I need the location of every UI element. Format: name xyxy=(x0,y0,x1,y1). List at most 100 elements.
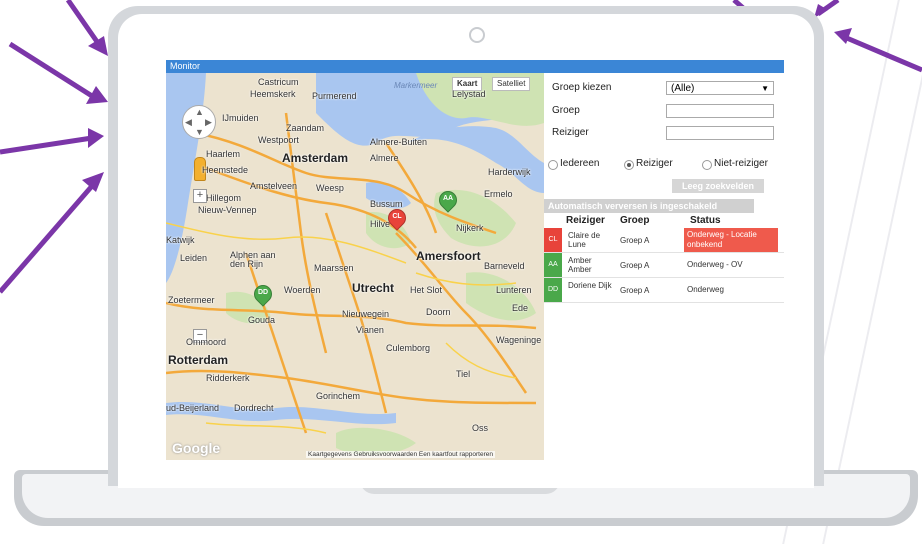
map-label: Ridderkerk xyxy=(206,373,250,383)
map-label: Lelystad xyxy=(452,89,486,99)
traveler-badge: AA xyxy=(544,253,562,277)
auto-refresh-toggle[interactable]: Automatisch verversen is ingeschakeld xyxy=(544,199,754,213)
map-label: Almere-Buiten xyxy=(370,137,428,147)
radio-traveler[interactable] xyxy=(624,160,634,170)
map-footer[interactable]: Kaartgegevens Gebruiksvoorwaarden Een ka… xyxy=(306,451,495,458)
pan-control[interactable]: ▲ ◀ ▶ ▼ xyxy=(182,105,216,139)
map-type-satellite-button[interactable]: Satelliet xyxy=(492,77,531,91)
map-label: Vianen xyxy=(356,325,384,335)
traveler-name: Claire de Lune xyxy=(568,231,601,249)
map-label: Maarssen xyxy=(314,263,354,273)
map-label: Haarlem xyxy=(206,149,241,159)
traveler-group: Groep A xyxy=(620,236,650,245)
status-badge: Onderweg xyxy=(687,285,724,294)
chevron-up-icon[interactable]: ▲ xyxy=(195,107,204,117)
zoom-in-button[interactable]: + xyxy=(193,189,207,203)
map-label: Amersfoort xyxy=(416,249,481,263)
traveler-badge: DD xyxy=(544,278,562,302)
map-label: Utrecht xyxy=(352,281,395,295)
status-badge: Onderweg - Locatie onbekend xyxy=(684,228,778,252)
clear-search-button[interactable]: Leeg zoekvelden xyxy=(672,179,764,193)
map-label: Katwijk xyxy=(166,235,195,245)
chevron-right-icon[interactable]: ▶ xyxy=(205,117,212,128)
table-row[interactable]: AA Amber Amber Groep A Onderweg - OV xyxy=(544,253,784,278)
camera-icon xyxy=(469,27,485,43)
map-label: Het Slot xyxy=(410,285,443,295)
google-logo: Google xyxy=(172,440,221,456)
map-label: Ommoord xyxy=(186,337,227,347)
map-label: Ermelo xyxy=(484,189,513,199)
column-header-status[interactable]: Status xyxy=(690,215,721,226)
map[interactable]: Kaart Satelliet ▲ ◀ ▶ ▼ + − Castricum He… xyxy=(166,73,544,460)
map-label: Hilve xyxy=(370,219,391,229)
caret-down-icon: ▼ xyxy=(761,84,769,93)
radio-everyone[interactable] xyxy=(548,160,558,170)
map-label: Zoetermeer xyxy=(168,295,215,305)
table-row[interactable]: CL Claire de Lune Groep A Onderweg - Loc… xyxy=(544,228,784,253)
traveler-input[interactable] xyxy=(666,126,774,140)
radio-everyone-label[interactable]: Iedereen xyxy=(560,158,599,169)
map-label: Woerden xyxy=(284,285,321,295)
traveler-name: Amber Amber xyxy=(568,256,592,274)
traveler-group: Groep A xyxy=(620,261,650,270)
traveler-badge: CL xyxy=(544,228,562,252)
group-select[interactable]: (Alle) ▼ xyxy=(666,81,774,95)
map-label: ud-Beijerland xyxy=(166,403,220,413)
map-label: Bussum xyxy=(370,199,403,209)
map-label: Barneveld xyxy=(484,261,525,271)
map-label: Dordrecht xyxy=(234,403,274,413)
table-row[interactable]: DD Doriene Dijk Groep A Onderweg xyxy=(544,278,784,303)
traveler-label: Reiziger xyxy=(552,127,589,138)
map-label: Culemborg xyxy=(386,343,431,353)
group-select-label: Groep kiezen xyxy=(552,82,612,93)
map-label: Wageninge xyxy=(496,335,542,345)
map-label: Westpoort xyxy=(258,135,299,145)
radio-non-traveler[interactable] xyxy=(702,160,712,170)
map-label: Lunteren xyxy=(496,285,532,295)
app-window: Monitor Kaart Satelliet ▲ ◀ ▶ ▼ + − Cast… xyxy=(166,60,784,460)
map-label: Harderwijk xyxy=(488,167,531,177)
map-label: Hillegom xyxy=(206,193,242,203)
map-label: Purmerend xyxy=(312,91,357,101)
map-label: IJmuiden xyxy=(222,113,259,123)
map-label: Weesp xyxy=(316,183,344,193)
map-pin-label: CL xyxy=(392,213,402,220)
map-label: Tiel xyxy=(456,369,471,379)
traveler-name: Doriene Dijk xyxy=(568,281,612,290)
map-label: Markermeer xyxy=(394,81,438,90)
map-label: Leiden xyxy=(180,253,208,263)
map-label: Amstelveen xyxy=(250,181,298,191)
radio-group: Iedereen Reiziger Niet-reiziger xyxy=(548,158,784,172)
radio-non-traveler-label[interactable]: Niet-reiziger xyxy=(714,158,768,169)
map-label: Doorn xyxy=(426,307,451,317)
column-header-group[interactable]: Groep xyxy=(620,215,649,226)
map-label: Oss xyxy=(472,423,489,433)
map-label: Gorinchem xyxy=(316,391,361,401)
map-label: Nieuwegein xyxy=(342,309,390,319)
group-select-value: (Alle) xyxy=(671,83,695,94)
map-label: Heemstede xyxy=(202,165,249,175)
map-label: Nieuw-Vennep xyxy=(198,205,257,215)
column-header-traveler[interactable]: Reiziger xyxy=(566,215,605,226)
map-label: Zaandam xyxy=(286,123,325,133)
window-title: Monitor xyxy=(166,60,784,73)
group-label: Groep xyxy=(552,105,580,116)
map-label: Ede xyxy=(512,303,529,313)
map-label: Rotterdam xyxy=(168,353,229,367)
radio-traveler-label[interactable]: Reiziger xyxy=(636,158,673,169)
map-label: Alphen aan den Rijn xyxy=(230,250,276,269)
map-label: Castricum xyxy=(258,77,299,87)
group-input[interactable] xyxy=(666,104,774,118)
map-label: Almere xyxy=(370,153,399,163)
map-pin-label: DD xyxy=(257,289,269,296)
map-label: Heemskerk xyxy=(250,89,296,99)
traveler-group: Groep A xyxy=(620,286,650,295)
map-pin-label: AA xyxy=(442,195,454,202)
map-label: Nijkerk xyxy=(456,223,484,233)
map-label: Gouda xyxy=(248,315,276,325)
chevron-left-icon[interactable]: ◀ xyxy=(185,117,192,128)
filter-panel: Groep kiezen (Alle) ▼ Groep Reiziger Ied… xyxy=(544,73,784,460)
status-badge: Onderweg - OV xyxy=(687,260,743,269)
chevron-down-icon[interactable]: ▼ xyxy=(195,127,204,137)
map-label: Amsterdam xyxy=(282,151,349,165)
